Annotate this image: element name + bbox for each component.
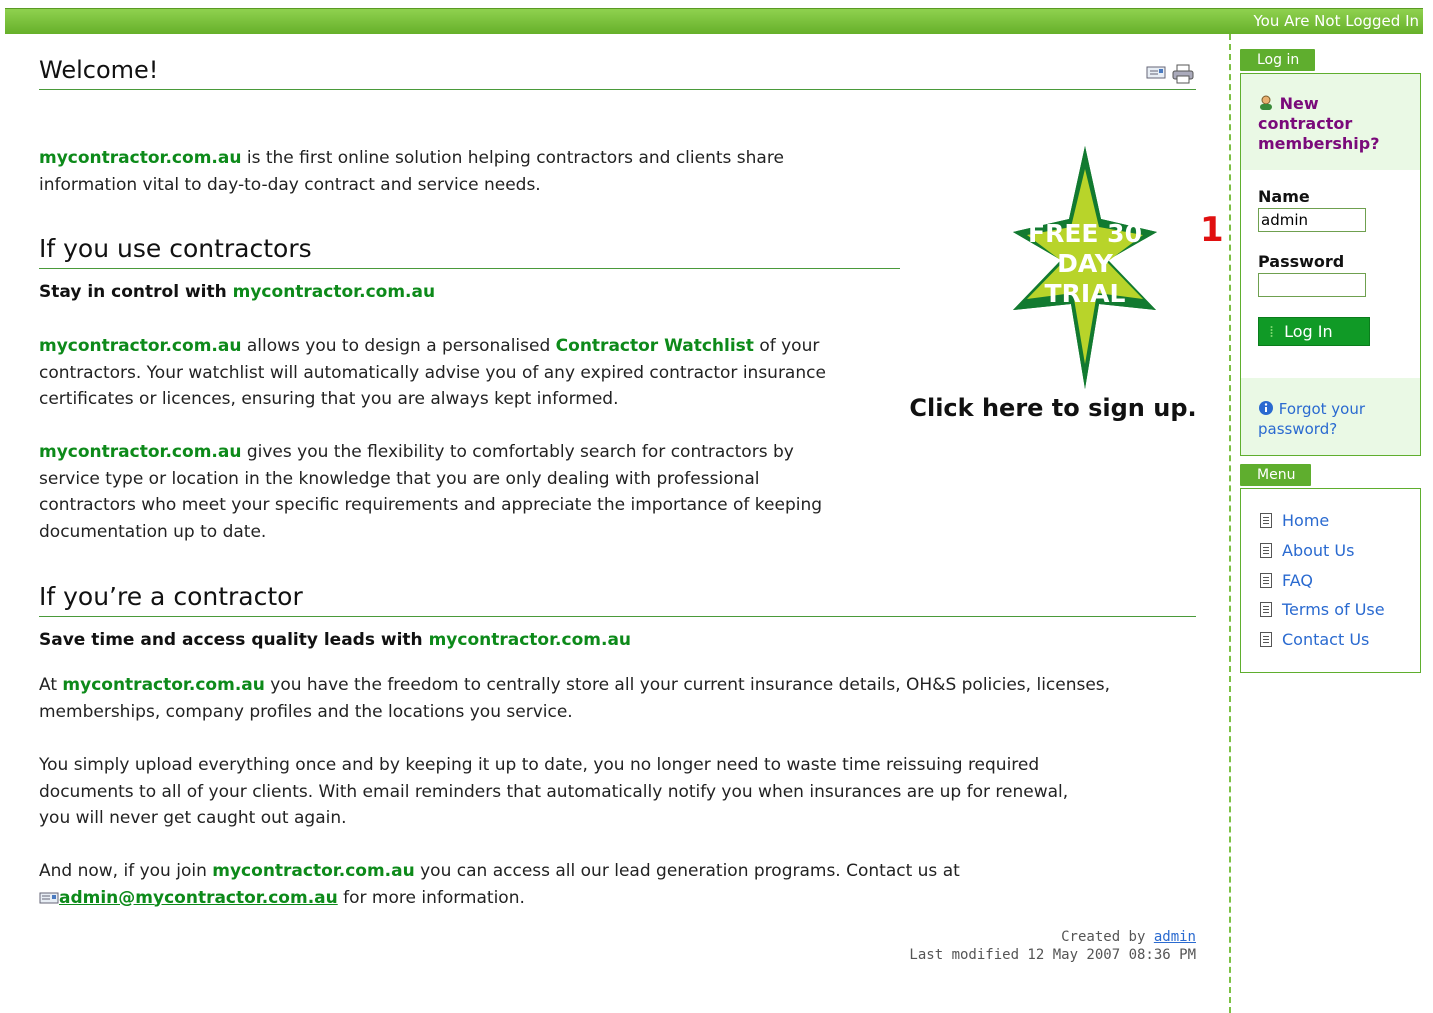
- page-icon: [1260, 602, 1272, 617]
- storage-paragraph: At mycontractor.com.au you have the free…: [39, 675, 1111, 722]
- email-page-icon[interactable]: [1146, 64, 1166, 88]
- contact-email-link[interactable]: admin@mycontractor.com.au: [59, 888, 338, 908]
- page-title: Welcome!: [39, 56, 159, 84]
- menu-tab: Menu: [1240, 464, 1312, 486]
- sidebar-divider: [1229, 34, 1231, 1013]
- new-membership-link[interactable]: New contractor membership?: [1258, 94, 1380, 154]
- forgot-password-link[interactable]: Forgot your password?: [1258, 399, 1365, 439]
- button-bullet-icon: ⁞: [1269, 322, 1275, 341]
- star-text-line-1: FREE 30: [1028, 219, 1142, 248]
- login-status: You Are Not Logged In: [1253, 12, 1419, 30]
- annotation-marker: 1: [1200, 210, 1224, 250]
- name-input[interactable]: [1258, 208, 1366, 232]
- page-icon: [1260, 513, 1272, 528]
- document-actions: [1146, 64, 1194, 88]
- free-trial-signup-banner[interactable]: FREE 30 DAY TRIAL Click here to sign up.: [903, 139, 1203, 434]
- menu-item-contact-us[interactable]: Contact Us: [1260, 630, 1369, 649]
- login-button[interactable]: ⁞ Log In: [1258, 317, 1370, 346]
- menu-panel: Home About Us FAQ Terms of Use Contact U…: [1240, 488, 1421, 673]
- menu-item-faq[interactable]: FAQ: [1260, 571, 1313, 590]
- search-paragraph: mycontractor.com.au gives you the flexib…: [39, 442, 823, 542]
- page-icon: [1260, 632, 1272, 647]
- info-icon: [1259, 401, 1273, 415]
- upload-paragraph: You simply upload everything once and by…: [39, 755, 1069, 828]
- signup-cta[interactable]: Click here to sign up.: [903, 394, 1203, 422]
- menu-item-home[interactable]: Home: [1260, 511, 1329, 530]
- login-tab: Log in: [1240, 49, 1316, 71]
- leads-paragraph: And now, if you join mycontractor.com.au…: [39, 861, 960, 908]
- title-divider: [39, 89, 1196, 90]
- email-icon: [39, 892, 59, 903]
- star-burst-icon: FREE 30 DAY TRIAL: [1013, 146, 1157, 389]
- user-icon: [1260, 95, 1272, 110]
- brand-name: mycontractor.com.au: [39, 148, 242, 168]
- author-link[interactable]: admin: [1154, 929, 1196, 945]
- section-heading-contractors: If you’re a contractor: [39, 582, 303, 611]
- login-panel: Newcontractormembership? Name Password ⁞…: [1240, 73, 1421, 456]
- menu-item-about-us[interactable]: About Us: [1260, 541, 1354, 560]
- menu-item-terms-of-use[interactable]: Terms of Use: [1260, 600, 1385, 619]
- password-input[interactable]: [1258, 273, 1366, 297]
- watchlist-paragraph: mycontractor.com.au allows you to design…: [39, 336, 826, 409]
- name-label: Name: [1258, 187, 1310, 206]
- section-heading-clients: If you use contractors: [39, 234, 312, 263]
- page-icon: [1260, 543, 1272, 558]
- section-subheading-contractors: Save time and access quality leads with …: [39, 630, 632, 650]
- section-divider: [39, 616, 1196, 617]
- star-text-line-3: TRIAL: [1045, 279, 1126, 308]
- password-label: Password: [1258, 252, 1345, 271]
- print-icon[interactable]: [1172, 64, 1194, 88]
- top-status-bar: You Are Not Logged In: [5, 8, 1423, 34]
- star-text-line-2: DAY: [1057, 249, 1114, 278]
- section-divider: [39, 268, 900, 269]
- intro-paragraph: mycontractor.com.au is the first online …: [39, 148, 784, 195]
- page-metadata: Created by admin Last modified 12 May 20…: [909, 929, 1196, 963]
- page-icon: [1260, 573, 1272, 588]
- section-subheading-clients: Stay in control with mycontractor.com.au: [39, 282, 436, 302]
